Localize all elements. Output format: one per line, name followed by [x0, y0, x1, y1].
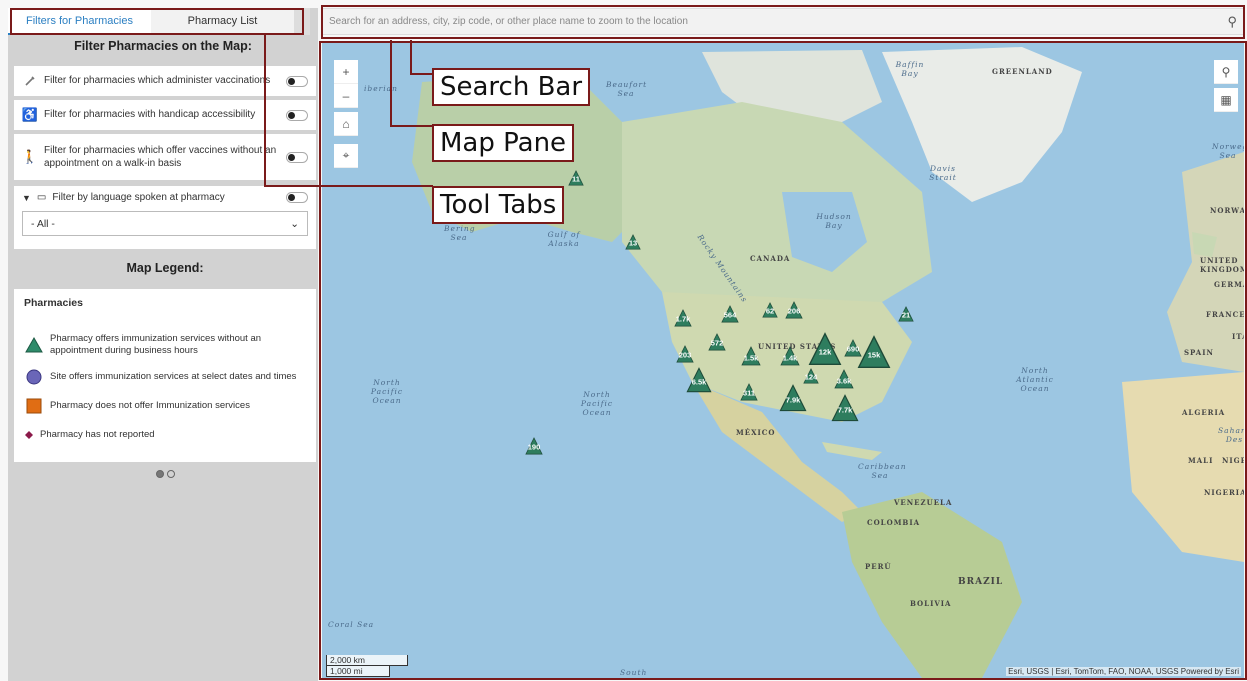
- filter-panel-title: Filter Pharmacies on the Map:: [74, 39, 252, 53]
- wheelchair-icon: ♿: [21, 107, 39, 122]
- annotation-line: [410, 73, 433, 75]
- filter-language: ▼ ▭ Filter by language spoken at pharmac…: [14, 186, 316, 249]
- language-select[interactable]: - All - ⌄: [22, 211, 308, 236]
- select-value: - All -: [31, 217, 55, 230]
- legend-label: Site offers immunization services at sel…: [50, 370, 297, 382]
- filter-vaccinations: Filter for pharmacies which administer v…: [14, 66, 316, 96]
- walking-person-icon: 🚶: [21, 149, 39, 164]
- language-icon: ▭: [36, 192, 47, 203]
- legend-label: Pharmacy has not reported: [40, 428, 155, 440]
- caret-down-icon[interactable]: ▼: [22, 193, 31, 203]
- purple-circle-icon: [24, 367, 44, 387]
- tool-tabs-highlight: [10, 8, 304, 35]
- legend-item: Pharmacy has not reported: [24, 425, 306, 445]
- filter-accessibility: ♿ Filter for pharmacies with handicap ac…: [14, 100, 316, 130]
- filter-walk-in: 🚶 Filter for pharmacies which offer vacc…: [14, 134, 316, 180]
- app-root: Filters for Pharmacies Pharmacy List Fil…: [0, 0, 1247, 681]
- language-toggle[interactable]: [286, 192, 308, 203]
- filter-label: Filter for pharmacies with handicap acce…: [44, 109, 256, 121]
- search-bar-annotation: Search Bar: [432, 68, 591, 106]
- annotation-line: [410, 40, 412, 74]
- search-bar-highlight: [321, 5, 1245, 39]
- maroon-diamond-icon: [24, 425, 34, 445]
- legend-label: Pharmacy does not offer Immunization ser…: [50, 399, 250, 411]
- annotation-line: [264, 34, 266, 186]
- chevron-down-icon: ⌄: [290, 217, 299, 230]
- walk-in-toggle[interactable]: [286, 151, 308, 163]
- legend-title: Map Legend:: [126, 261, 204, 275]
- syringe-icon: [22, 73, 38, 89]
- orange-square-icon: [24, 396, 44, 416]
- page-dot[interactable]: [156, 470, 164, 478]
- tool-panel: Filters for Pharmacies Pharmacy List Fil…: [8, 8, 318, 681]
- page-dots: [156, 470, 175, 478]
- filter-label: Filter by language spoken at pharmacy: [52, 192, 225, 203]
- annotation-line: [390, 40, 392, 126]
- map-pane-annotation: Map Pane: [432, 124, 575, 162]
- legend-item: Pharmacy offers immunization services wi…: [24, 333, 306, 358]
- green-triangle-icon: [24, 335, 44, 355]
- accessibility-toggle[interactable]: [286, 109, 308, 121]
- tool-tabs-annotation: Tool Tabs: [432, 186, 565, 224]
- legend-item: Pharmacy does not offer Immunization ser…: [24, 396, 306, 416]
- annotation-line: [390, 125, 433, 127]
- legend-label: Pharmacy offers immunization services wi…: [50, 333, 262, 357]
- vaccination-toggle[interactable]: [286, 75, 308, 87]
- filter-label: Filter for pharmacies which administer v…: [44, 75, 271, 87]
- legend-item: Site offers immunization services at sel…: [24, 367, 306, 387]
- page-dot[interactable]: [167, 470, 175, 478]
- filter-label: Filter for pharmacies which offer vaccin…: [44, 144, 277, 170]
- annotation-line: [264, 185, 433, 187]
- legend-heading: Pharmacies: [24, 297, 83, 309]
- map-legend: Pharmacies Pharmacy offers immunization …: [14, 289, 316, 462]
